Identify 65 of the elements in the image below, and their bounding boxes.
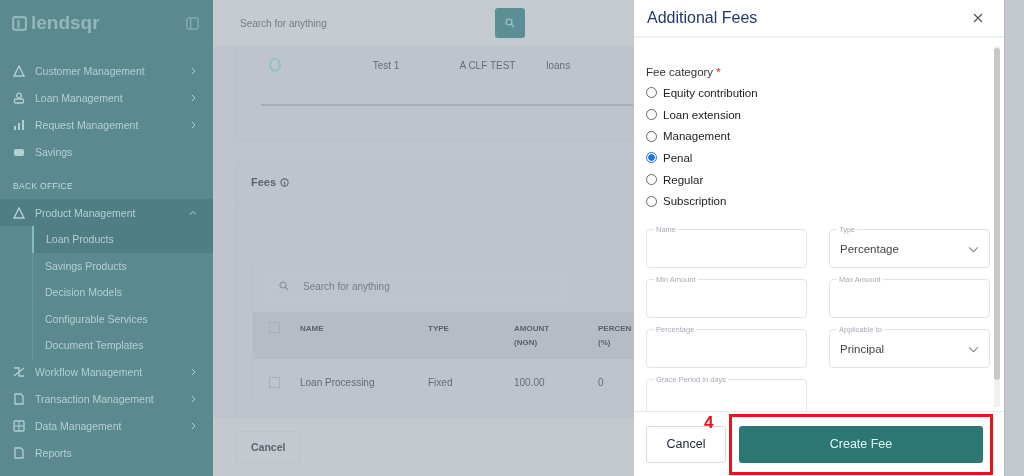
search-icon <box>279 281 289 291</box>
create-fee-button[interactable]: Create Fee <box>739 425 983 463</box>
flow-icon <box>13 366 25 378</box>
sub-nav-item[interactable]: Loan Products <box>32 226 213 253</box>
column-header: AMOUNT (NGN) <box>514 323 550 349</box>
nav-item[interactable]: Loan Management <box>0 84 213 111</box>
sub-nav-item[interactable]: Document Templates <box>33 332 213 359</box>
required-mark: * <box>716 66 721 78</box>
search-icon <box>505 18 515 28</box>
section-label: BACK OFFICE <box>12 180 74 193</box>
field-label: Fee category <box>646 66 714 78</box>
sub-nav-item[interactable]: Decision Models <box>33 279 213 306</box>
column-header: NAME <box>300 323 324 335</box>
nav-label: Product Management <box>35 206 137 219</box>
chevron-down-icon <box>968 345 979 353</box>
nav-label: Reports <box>35 447 73 459</box>
nav-item[interactable]: Request Management <box>0 111 213 138</box>
section-title: Fees <box>251 176 277 188</box>
nav-item[interactable]: Savings <box>0 138 213 165</box>
table-cell-text: A CLF TEST <box>459 59 517 71</box>
nav-item[interactable]: Transaction Management <box>0 385 213 413</box>
nav-label: Transaction Management <box>35 393 155 405</box>
grid-icon <box>13 420 25 432</box>
sub-nav-item[interactable]: Savings Products <box>33 252 213 279</box>
chevron-down-icon <box>968 245 979 253</box>
nav-label: Data Management <box>35 420 123 432</box>
column-header: TYPE <box>428 323 449 335</box>
bar-chart-icon <box>13 118 25 131</box>
logo: lendsqr <box>12 12 100 34</box>
cancel-button[interactable]: Cancel <box>236 431 301 463</box>
nav-item[interactable]: Product Management <box>0 199 213 226</box>
nav-item[interactable]: Customer Management <box>0 57 213 84</box>
nav-label: Savings <box>35 145 74 158</box>
close-icon[interactable] <box>973 13 983 23</box>
scrollbar[interactable] <box>994 46 1000 407</box>
document-icon <box>13 447 25 459</box>
nav-label: Request Management <box>35 118 140 131</box>
table-cell-text: Test 1 <box>372 59 401 71</box>
table-cell-text: 100.00 <box>514 376 546 388</box>
info-icon <box>280 177 290 187</box>
nav-label: Workflow Management <box>35 366 144 378</box>
nav-item[interactable]: Data Management <box>0 412 213 440</box>
sidebar-toggle-icon[interactable] <box>186 16 199 30</box>
document-icon <box>13 393 25 405</box>
column-header: PERCEN (%) <box>598 323 632 349</box>
nav-label: Customer Management <box>35 64 146 77</box>
radio-option[interactable]: Management <box>646 125 994 148</box>
nav-item[interactable]: Workflow Management <box>0 358 213 386</box>
table-cell-text: 0 <box>598 376 605 388</box>
radio-option[interactable]: Penal <box>646 147 994 169</box>
search-field[interactable]: Search for anything <box>233 10 486 36</box>
radio-option[interactable]: Regular <box>646 168 994 191</box>
radio-option[interactable]: Equity contribution <box>646 82 994 104</box>
search-button[interactable] <box>495 8 525 38</box>
nav-label: Loan Management <box>35 91 124 104</box>
table-cell-text: loans <box>546 59 572 71</box>
radio-option[interactable]: Subscription <box>646 190 994 213</box>
nav-item[interactable]: Reports <box>0 439 213 467</box>
table-cell-text: Loan Processing <box>300 376 376 388</box>
sub-nav-item[interactable]: Configurable Services <box>33 305 213 332</box>
table-cell-text: Fixed <box>428 376 454 388</box>
person-icon <box>13 91 25 104</box>
radio-button[interactable] <box>269 58 281 72</box>
drawer-title: Additional Fees <box>647 9 758 27</box>
radio-option[interactable]: Loan extension <box>646 103 994 126</box>
